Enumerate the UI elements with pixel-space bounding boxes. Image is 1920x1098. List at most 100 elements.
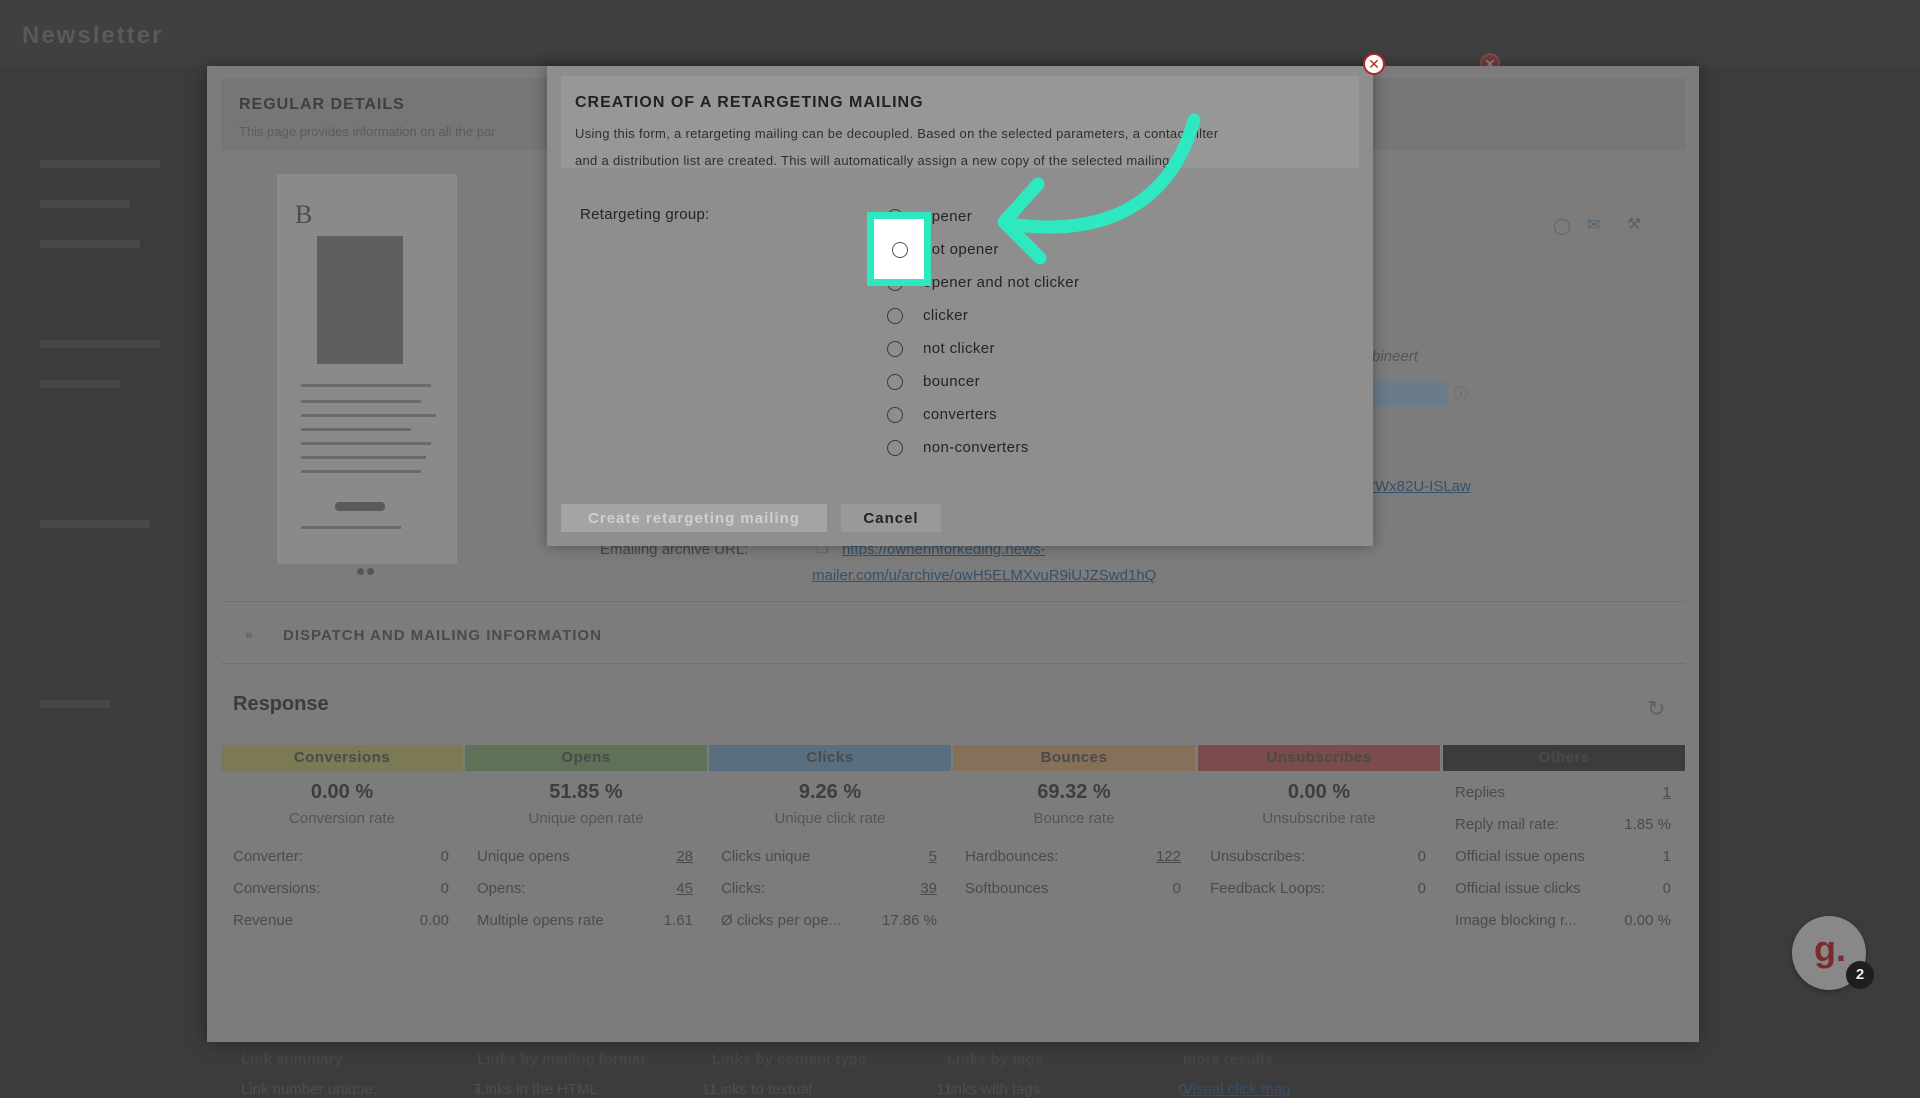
stat-row-label: Official issue opens: [1455, 848, 1585, 865]
stat-row: Conversions: 0: [221, 873, 463, 905]
stat-row-label: Revenue: [233, 912, 294, 929]
response-title: Response: [233, 693, 329, 715]
stat-row-value[interactable]: 1: [1663, 777, 1671, 809]
stat-row-value: 0.00 %: [1624, 912, 1671, 929]
radio-label: not opener: [923, 241, 999, 258]
stat-column-unsubscribes: Unsubscribes 0.00 % Unsubscribe rate Unsubs…: [1198, 745, 1440, 995]
links-summary-title: more results: [1183, 1051, 1274, 1068]
radio-button[interactable]: [887, 307, 903, 324]
radio-option-converters[interactable]: converters: [887, 398, 1079, 431]
stat-row-label: Clicks:: [721, 880, 766, 897]
stat-row-value[interactable]: 5: [929, 841, 937, 873]
radio-option-non-converters[interactable]: non-converters: [887, 431, 1079, 464]
stat-row-value: 0: [440, 880, 449, 897]
stat-row-label: Replies: [1455, 784, 1506, 801]
modal-desc-line-2: and a distribution list are created. Thi…: [575, 153, 1174, 168]
stat-rate-label-clicks: Unique click rate: [774, 810, 886, 827]
stat-row-value: 17.86 %: [881, 912, 937, 929]
stat-row-value: 0.00: [419, 912, 449, 929]
stat-row-value[interactable]: 122: [1156, 841, 1181, 873]
stat-row-value: 0: [1417, 848, 1426, 865]
panel-title: REGULAR DETAILS: [239, 96, 405, 113]
info-icon[interactable]: ⓘ: [1454, 384, 1468, 404]
stat-row: Reply mail rate: 1.85 %: [1443, 809, 1685, 841]
radio-option-clicker[interactable]: clicker: [887, 299, 1079, 332]
stat-column-bounces: Bounces 69.32 % Bounce rate Hardbounces: 122…: [953, 745, 1195, 995]
retargeting-group-label: Retargeting group:: [580, 206, 710, 223]
wrench-icon[interactable]: ⚒: [1627, 214, 1641, 234]
stat-row-label: Clicks unique: [721, 848, 811, 865]
stat-rate-opens: 51.85 %: [549, 781, 623, 803]
stat-rate-clicks: 9.26 %: [798, 781, 862, 803]
chevron-right-icon[interactable]: »: [245, 626, 253, 642]
links-summary-label: Links in the HTML: [477, 1081, 598, 1098]
app-logo: Newsletter: [22, 22, 164, 49]
preview-icon[interactable]: ◯: [1553, 216, 1571, 236]
create-retargeting-mailing-button[interactable]: Create retargeting mailing: [561, 504, 827, 532]
preview-logo-icon: B: [295, 200, 313, 229]
stat-rate-label-conversions: Conversion rate: [289, 810, 395, 827]
links-summary-title: Link summary: [241, 1051, 343, 1068]
links-summary-column: Links by mailing format Links in the HTML…: [477, 1051, 717, 1098]
links-summary-label: Link number unique:: [241, 1081, 377, 1098]
stat-row-value[interactable]: 28: [676, 841, 693, 873]
stat-row-value[interactable]: 45: [676, 873, 693, 905]
modal-close-icon[interactable]: ✕: [1363, 53, 1385, 75]
stat-rate-label-unsubscribes: Unsubscribe rate: [1262, 810, 1376, 827]
modal-description: Using this form, a retargeting mailing c…: [575, 120, 1365, 174]
stat-row-value[interactable]: 39: [920, 873, 937, 905]
stat-header-others: Others: [1443, 745, 1685, 771]
radio-button[interactable]: [887, 373, 903, 390]
stat-row-label: Softbounces: [965, 880, 1049, 897]
radio-option-bouncer[interactable]: bouncer: [887, 365, 1079, 398]
stat-column-opens: Opens 51.85 % Unique open rate Unique opens…: [465, 745, 707, 995]
stat-row-label: Reply mail rate:: [1455, 816, 1560, 833]
not-opener-radio-highlighted[interactable]: [892, 242, 908, 258]
links-summary-title: Links by content type: [712, 1051, 867, 1068]
stat-rate-conversions: 0.00 %: [310, 781, 374, 803]
links-summary-row: Links to textual 11: [712, 1081, 952, 1098]
preview-pager[interactable]: [357, 562, 381, 575]
mail-icon[interactable]: ✉: [1587, 215, 1600, 235]
stat-row: Unsubscribes: 0: [1198, 841, 1440, 873]
archive-url-link-2[interactable]: mailer.com/u/archive/owH5ELMXvuR9iUJZSwd…: [812, 567, 1156, 584]
stat-row-value: 0: [1662, 880, 1671, 897]
stat-header-unsubscribes: Unsubscribes: [1198, 745, 1440, 771]
stat-row: Official issue clicks 0: [1443, 873, 1685, 905]
stat-row: Clicks unique 5: [709, 841, 951, 873]
info-italic-value: bineert: [1372, 348, 1418, 365]
stat-row: Revenue 0.00: [221, 905, 463, 937]
visual-click-map-link[interactable]: Visual click map: [1183, 1081, 1423, 1098]
links-summary-column: Links by tags links with tags: 0: [947, 1051, 1187, 1098]
radio-button[interactable]: [887, 340, 903, 357]
stat-row-label: Conversions:: [233, 880, 321, 897]
radio-label: clicker: [923, 307, 969, 324]
radio-label: not clicker: [923, 340, 995, 357]
stat-row: Hardbounces: 122: [953, 841, 1195, 873]
tutorial-highlight-box: [867, 212, 931, 286]
radio-button[interactable]: [887, 406, 903, 423]
radio-option-not-clicker[interactable]: not clicker: [887, 332, 1079, 365]
refresh-icon[interactable]: ↻: [1647, 696, 1665, 722]
stat-rate-bounces: 69.32 %: [1037, 781, 1111, 803]
mailing-preview-thumbnail[interactable]: B: [277, 174, 457, 575]
modal-header: CREATION OF A RETARGETING MAILING Using …: [561, 76, 1359, 168]
info-link[interactable]: rWx82U-ISLaw: [1370, 478, 1471, 495]
stat-row: Official issue opens 1: [1443, 841, 1685, 873]
radio-button[interactable]: [887, 439, 903, 456]
stat-row-label: Feedback Loops:: [1210, 880, 1326, 897]
stat-row: Opens: 45: [465, 873, 707, 905]
radio-label: opener and not clicker: [923, 274, 1080, 291]
links-summary-title: Links by tags: [947, 1051, 1043, 1068]
stat-row: Unique opens 28: [465, 841, 707, 873]
stat-row-value: 0: [1172, 880, 1181, 897]
stat-row-label: Converter:: [233, 848, 304, 865]
modal-title: CREATION OF A RETARGETING MAILING: [575, 94, 924, 111]
stat-row-label: Hardbounces:: [965, 848, 1059, 865]
cancel-button[interactable]: Cancel: [841, 504, 941, 532]
stat-row: Softbounces 0: [953, 873, 1195, 905]
stat-rate-label-opens: Unique open rate: [528, 810, 644, 827]
preview-image: [317, 236, 403, 364]
stat-rate-unsubscribes: 0.00 %: [1287, 781, 1351, 803]
dispatch-section-toggle[interactable]: DISPATCH AND MAILING INFORMATION: [283, 627, 602, 644]
